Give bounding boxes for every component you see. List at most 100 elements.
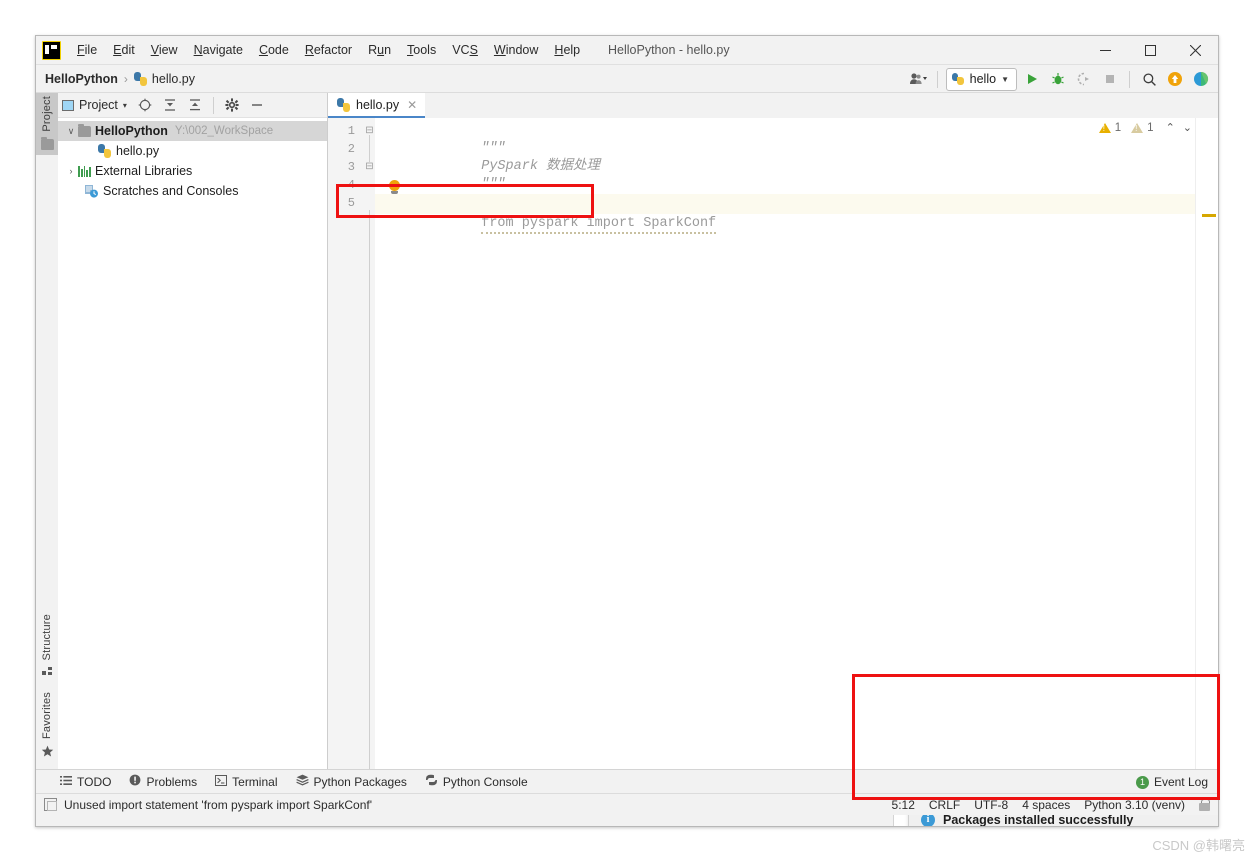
stop-button[interactable] <box>1099 68 1121 90</box>
minimize-button[interactable] <box>1083 36 1128 65</box>
status-message: Unused import statement 'from pyspark im… <box>64 797 373 812</box>
rail-button-structure[interactable]: Structure <box>36 611 58 685</box>
maximize-button[interactable] <box>1128 36 1173 65</box>
caret-position[interactable]: 5:12 <box>892 798 915 812</box>
code-line-3[interactable]: """ <box>375 158 1196 192</box>
menu-edit[interactable]: Edit <box>105 40 143 60</box>
rail-button-project[interactable]: Project <box>36 93 58 155</box>
editor-gutter[interactable]: 1 2 3 4 5 ⊟ ⊟ <box>328 118 376 769</box>
menu-navigate[interactable]: Navigate <box>186 40 251 60</box>
python-interpreter[interactable]: Python 3.10 (venv) <box>1084 798 1185 812</box>
menu-view[interactable]: View <box>143 40 186 60</box>
bottom-item-terminal[interactable]: Terminal <box>215 774 278 789</box>
intention-bulb-icon[interactable] <box>389 180 400 194</box>
navigation-bar: HelloPython › hello.py hello ▼ <box>36 65 1218 93</box>
inspection-widget[interactable]: 1 1 ⌃ ⌄ <box>1098 121 1194 134</box>
editor-tab-hello-py[interactable]: hello.py ✕ <box>328 93 426 118</box>
bottom-item-python-console[interactable]: Python Console <box>425 774 528 789</box>
event-log-button[interactable]: 1 Event Log <box>1135 770 1208 794</box>
editor-marker-rail[interactable] <box>1195 118 1218 769</box>
debug-button[interactable] <box>1047 68 1069 90</box>
collapse-all-icon[interactable] <box>184 94 206 116</box>
tree-item-hellopython-path: Y:\002_WorkSpace <box>174 125 274 137</box>
menu-tools[interactable]: Tools <box>399 40 444 60</box>
folder-icon <box>78 123 91 137</box>
code-line-5[interactable]: from pyspark import SparkConf <box>375 194 1196 234</box>
scroll-from-source-icon[interactable] <box>134 94 156 116</box>
code-line-4[interactable] <box>375 176 1196 194</box>
menu-code[interactable]: Code <box>251 40 297 60</box>
bottom-item-problems[interactable]: Problems <box>129 774 197 789</box>
run-button[interactable] <box>1021 68 1043 90</box>
screenshot-root: File Edit View Navigate Code Refactor Ru… <box>0 0 1253 860</box>
hide-panel-icon[interactable] <box>246 94 268 116</box>
weak-warning-count: 1 <box>1147 121 1154 134</box>
status-message-group: Unused import statement 'from pyspark im… <box>44 798 372 812</box>
line-number: 1 <box>347 124 355 138</box>
fold-guide-line <box>369 135 370 162</box>
run-config-caret-icon: ▼ <box>1001 74 1009 84</box>
line-number: 5 <box>347 196 355 210</box>
menu-help[interactable]: Help <box>546 40 588 60</box>
project-toolbar: Project ▾ <box>58 93 327 118</box>
window-controls <box>1083 36 1218 65</box>
tree-collapse-arrow-icon[interactable]: › <box>64 166 78 176</box>
search-everywhere-icon[interactable] <box>1138 68 1160 90</box>
next-problem-icon[interactable]: ⌄ <box>1181 121 1194 134</box>
read-only-lock-icon[interactable] <box>1199 799 1210 811</box>
tree-item-scratches[interactable]: Scratches and Consoles <box>58 181 327 201</box>
library-icon <box>78 165 91 177</box>
close-icon[interactable]: ✕ <box>407 98 417 112</box>
bottom-item-python-packages-label: Python Packages <box>313 774 407 789</box>
user-account-icon[interactable] <box>907 68 929 90</box>
breadcrumb-project-label: HelloPython <box>45 71 118 86</box>
run-configuration-selector[interactable]: hello ▼ <box>945 67 1017 91</box>
bottom-item-todo[interactable]: TODO <box>60 775 111 789</box>
file-encoding[interactable]: UTF-8 <box>974 798 1008 812</box>
bottom-item-problems-label: Problems <box>146 774 198 789</box>
event-log-count: 1 <box>1135 775 1149 789</box>
line-number: 2 <box>347 142 355 156</box>
settings-gear-icon[interactable] <box>221 94 243 116</box>
menu-run[interactable]: Run <box>360 40 399 60</box>
menu-vcs[interactable]: VCS <box>444 40 486 60</box>
project-view-icon <box>62 99 74 111</box>
run-with-coverage-button[interactable] <box>1073 68 1095 90</box>
code-line-1[interactable]: """ <box>375 122 1196 156</box>
previous-problem-icon[interactable]: ⌃ <box>1164 121 1177 134</box>
expand-all-icon[interactable] <box>159 94 181 116</box>
navbar-actions: hello ▼ <box>907 65 1212 93</box>
indent-setting[interactable]: 4 spaces <box>1022 798 1070 812</box>
tree-expand-arrow-icon[interactable]: ∨ <box>64 126 78 137</box>
structure-icon <box>41 666 53 680</box>
line-separator[interactable]: CRLF <box>929 798 960 812</box>
pycharm-logo-icon <box>42 40 61 60</box>
line-number: 3 <box>347 160 355 174</box>
breadcrumb-file[interactable]: hello.py <box>133 71 196 86</box>
tree-item-hellopython[interactable]: ∨ HelloPython Y:\002_WorkSpace <box>58 121 327 141</box>
bottom-item-python-packages[interactable]: Python Packages <box>295 774 407 789</box>
event-log-label: Event Log <box>1153 775 1208 789</box>
warning-marker[interactable] <box>1202 214 1216 217</box>
rail-button-favorites[interactable]: Favorites <box>36 689 58 765</box>
project-panel-title[interactable]: Project ▾ <box>62 98 127 112</box>
menu-bar: File Edit View Navigate Code Refactor Ru… <box>36 36 1218 65</box>
tree-item-external-libraries[interactable]: › External Libraries <box>58 161 327 181</box>
python-console-icon <box>425 774 438 789</box>
code-content[interactable]: """ PySpark 数据处理 """ from pyspark import… <box>375 118 1196 769</box>
close-button[interactable] <box>1173 36 1218 65</box>
breadcrumb-project[interactable]: HelloPython <box>45 72 118 86</box>
tree-item-hello-py[interactable]: hello.py <box>58 141 327 161</box>
menu-refactor[interactable]: Refactor <box>297 40 360 60</box>
tree-item-external-libraries-label: External Libraries <box>95 164 193 178</box>
problems-icon <box>129 774 141 789</box>
menu-window[interactable]: Window <box>486 40 546 60</box>
breadcrumb-file-label: hello.py <box>151 71 196 86</box>
scratches-icon <box>84 184 99 198</box>
code-line-2[interactable]: PySpark 数据处理 <box>375 140 1196 174</box>
chevron-down-icon: ▾ <box>122 100 127 110</box>
breadcrumb-separator: › <box>123 71 128 86</box>
ide-assistant-icon[interactable] <box>1190 68 1212 90</box>
menu-file[interactable]: File <box>69 40 105 60</box>
update-project-icon[interactable] <box>1164 68 1186 90</box>
